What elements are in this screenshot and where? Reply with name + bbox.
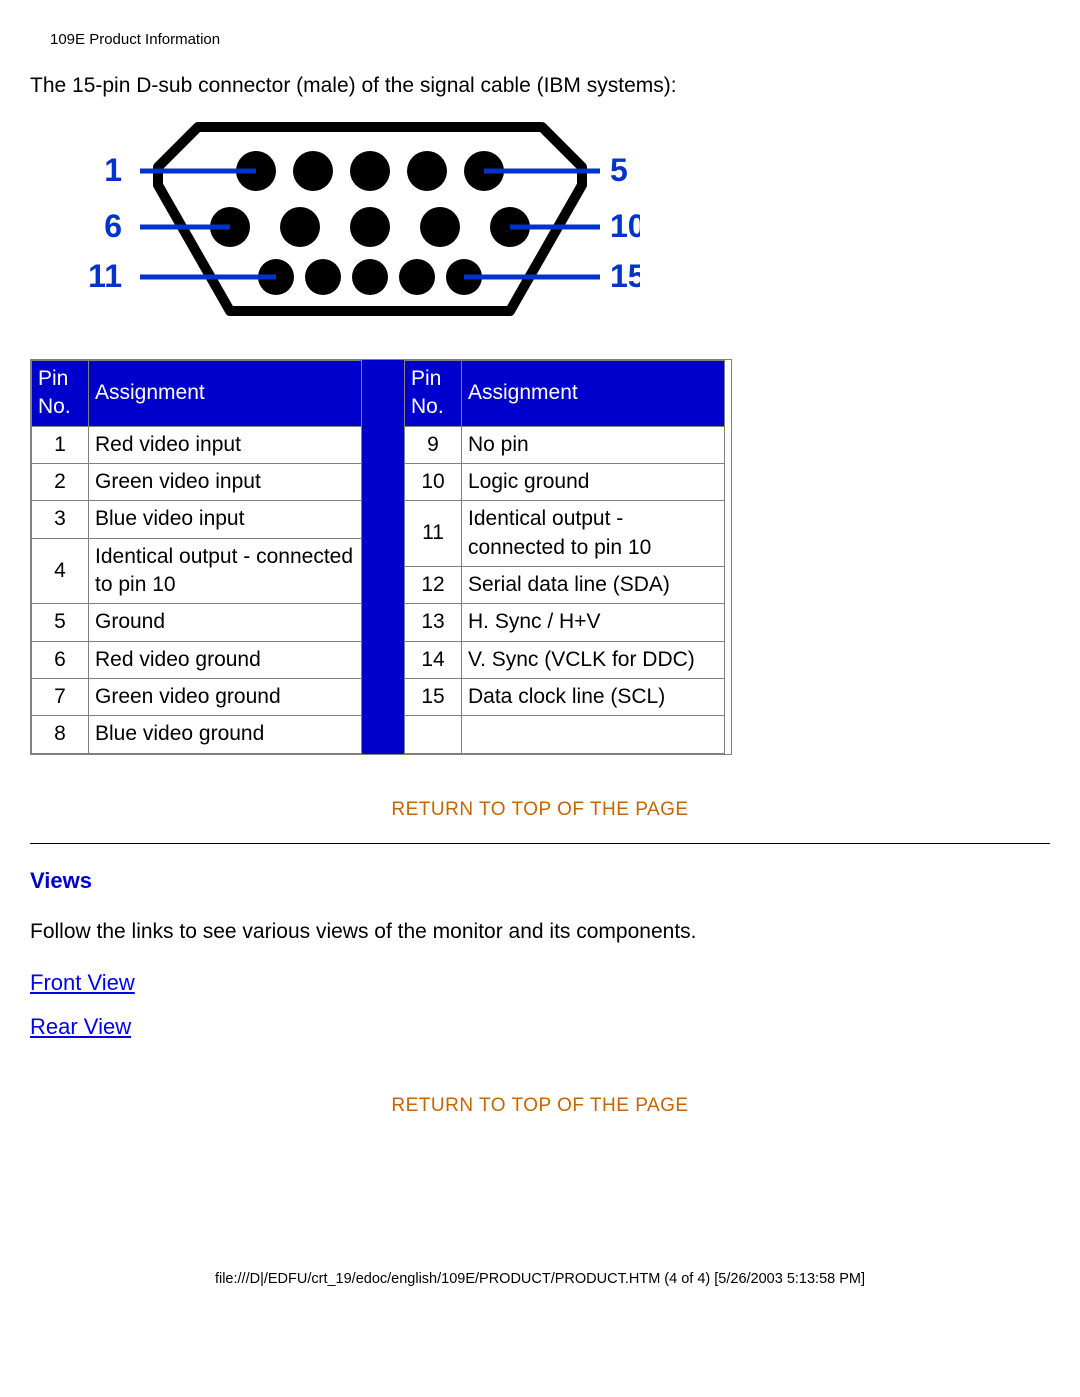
table-row: 3Blue video input	[32, 501, 362, 538]
assignment-cell: H. Sync / H+V	[462, 604, 725, 641]
assignment-cell: Identical output - connected to pin 10	[89, 538, 362, 604]
assignment-cell: Blue video input	[89, 501, 362, 538]
divider	[30, 843, 1050, 844]
assignment-cell: Logic ground	[462, 463, 725, 500]
assignment-cell: V. Sync (VCLK for DDC)	[462, 641, 725, 678]
connector-diagram: 1 6 11 5 10 15	[80, 117, 1050, 335]
col-header-assign: Assignment	[89, 360, 362, 426]
pin-no-cell: 6	[32, 641, 89, 678]
pin-no-cell: 10	[405, 463, 462, 500]
assignment-cell: Data clock line (SCL)	[462, 679, 725, 716]
assignment-cell	[462, 716, 725, 753]
footer-path: file:///D|/EDFU/crt_19/edoc/english/109E…	[30, 1270, 1050, 1290]
pin-no-cell: 13	[405, 604, 462, 641]
table-row: 14V. Sync (VCLK for DDC)	[405, 641, 725, 678]
pin-no-cell: 14	[405, 641, 462, 678]
assignment-cell: Green video input	[89, 463, 362, 500]
return-top-anchor[interactable]: RETURN TO TOP OF THE PAGE	[391, 799, 688, 820]
assignment-cell: Green video ground	[89, 679, 362, 716]
table-row: 7Green video ground	[32, 679, 362, 716]
col-header-pin: PinNo.	[32, 360, 89, 426]
rear-view-link[interactable]: Rear View	[30, 1012, 1050, 1042]
return-top-anchor[interactable]: RETURN TO TOP OF THE PAGE	[391, 1095, 688, 1116]
col-header-pin: PinNo.	[405, 360, 462, 426]
pin-no-cell: 15	[405, 679, 462, 716]
assignment-cell: Ground	[89, 604, 362, 641]
table-row: 9No pin	[405, 426, 725, 463]
table-row: 5Ground	[32, 604, 362, 641]
table-row: 13H. Sync / H+V	[405, 604, 725, 641]
assignment-cell: Red video input	[89, 426, 362, 463]
pin-no-cell: 1	[32, 426, 89, 463]
table-row: 10Logic ground	[405, 463, 725, 500]
assignment-cell: Serial data line (SDA)	[462, 567, 725, 604]
svg-text:5: 5	[610, 152, 628, 188]
table-row: 6Red video ground	[32, 641, 362, 678]
svg-text:10: 10	[610, 208, 640, 244]
pin-assignment-table: PinNo. Assignment 1Red video input2Green…	[30, 359, 732, 755]
table-row: 12Serial data line (SDA)	[405, 567, 725, 604]
pin-table-left: PinNo. Assignment 1Red video input2Green…	[31, 360, 362, 754]
svg-text:11: 11	[88, 258, 122, 294]
intro-text: The 15-pin D-sub connector (male) of the…	[30, 72, 1050, 100]
pin-no-cell: 3	[32, 501, 89, 538]
assignment-cell: No pin	[462, 426, 725, 463]
svg-text:6: 6	[104, 208, 122, 244]
col-header-assign: Assignment	[462, 360, 725, 426]
svg-text:15: 15	[610, 258, 640, 294]
page-header: 109E Product Information	[50, 30, 1050, 50]
table-row: 11Identical output - connected to pin 10	[405, 501, 725, 567]
pin-no-cell: 2	[32, 463, 89, 500]
table-row: 8Blue video ground	[32, 716, 362, 753]
table-row: 15Data clock line (SCL)	[405, 679, 725, 716]
table-row: 4Identical output - connected to pin 10	[32, 538, 362, 604]
pin-no-cell: 8	[32, 716, 89, 753]
table-row	[405, 716, 725, 753]
assignment-cell: Red video ground	[89, 641, 362, 678]
table-row: 2Green video input	[32, 463, 362, 500]
views-heading: Views	[30, 866, 1050, 896]
table-spacer	[362, 360, 404, 754]
pin-no-cell: 12	[405, 567, 462, 604]
pin-no-cell: 5	[32, 604, 89, 641]
pin-no-cell	[405, 716, 462, 753]
svg-text:1: 1	[104, 152, 122, 188]
table-row: 1Red video input	[32, 426, 362, 463]
return-top-link-1: RETURN TO TOP OF THE PAGE	[30, 795, 1050, 823]
pin-no-cell: 11	[405, 501, 462, 567]
pin-table-right: PinNo. Assignment 9No pin10Logic ground1…	[404, 360, 725, 754]
pin-no-cell: 7	[32, 679, 89, 716]
pin-no-cell: 4	[32, 538, 89, 604]
return-top-link-2: RETURN TO TOP OF THE PAGE	[30, 1091, 1050, 1119]
assignment-cell: Identical output - connected to pin 10	[462, 501, 725, 567]
front-view-link[interactable]: Front View	[30, 968, 1050, 998]
assignment-cell: Blue video ground	[89, 716, 362, 753]
pin-no-cell: 9	[405, 426, 462, 463]
views-intro: Follow the links to see various views of…	[30, 918, 1050, 946]
